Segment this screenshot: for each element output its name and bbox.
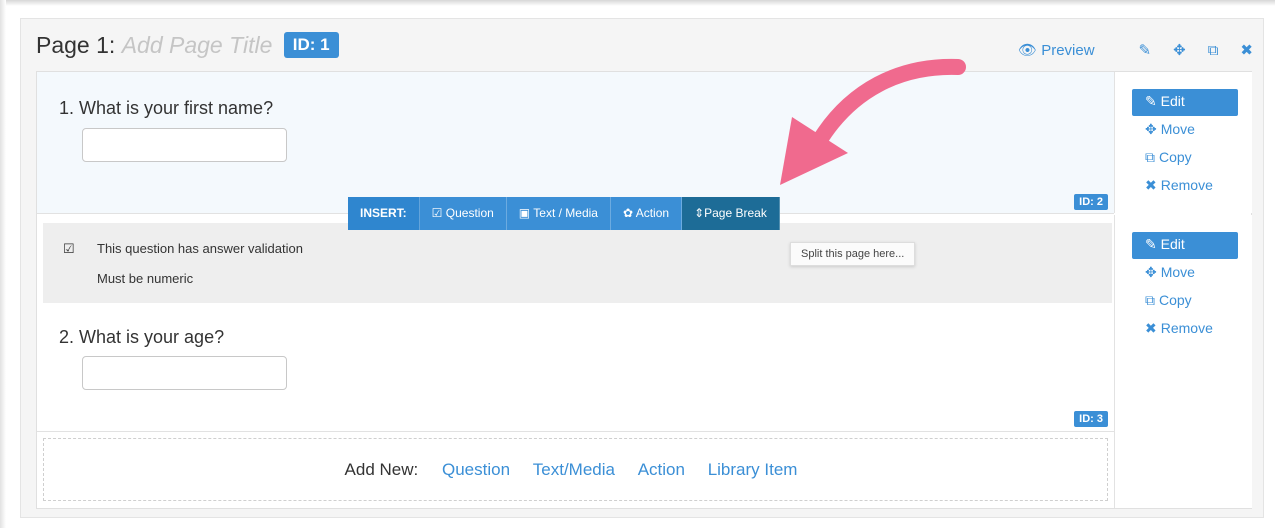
close-icon[interactable]: ✖ [1240, 41, 1253, 59]
question-2-actions: ✎ Edit ✥ Move ⧉ Copy ✖ Remove [1114, 215, 1252, 431]
sort-arrows-icon: ⇕ [694, 206, 705, 220]
top-shadow [0, 0, 1275, 6]
page-tools: 👁 Preview ✎ ✥ ⧉ ✖ [1018, 41, 1253, 60]
remove-button[interactable]: ✖ Remove [1145, 177, 1213, 194]
move-label: Move [1160, 264, 1195, 280]
add-new-label: Add New: [344, 460, 419, 479]
move-arrows-icon: ✥ [1145, 121, 1157, 137]
edit-button[interactable]: ✎ Edit [1132, 89, 1238, 116]
add-text-media-link[interactable]: Text/Media [533, 460, 615, 479]
copy-icon: ⧉ [1145, 149, 1155, 165]
copy-icon: ⧉ [1145, 292, 1155, 308]
insert-label: INSERT: [348, 197, 420, 230]
validation-line-1: This question has answer validation [97, 241, 303, 256]
pencil-icon: ✎ [1145, 93, 1157, 109]
validation-notice: ☑ This question has answer validation Mu… [43, 223, 1112, 303]
checkbox-check-icon: ☑ [63, 241, 75, 256]
insert-question-label: Question [445, 206, 494, 220]
move-button[interactable]: ✥ Move [1145, 121, 1195, 138]
edit-label: Edit [1160, 93, 1185, 109]
copy-button[interactable]: ⧉ Copy [1145, 292, 1192, 309]
survey-page: Page 1: Add Page Title ID: 1 👁 Preview ✎… [20, 18, 1264, 518]
close-icon: ✖ [1145, 177, 1157, 193]
remove-button[interactable]: ✖ Remove [1145, 320, 1213, 337]
copy-button[interactable]: ⧉ Copy [1145, 149, 1192, 166]
page-break-tooltip: Split this page here... [790, 242, 916, 266]
add-library-item-link[interactable]: Library Item [708, 460, 798, 479]
eye-icon: 👁 [1017, 42, 1038, 59]
question-2-id-badge: ID: 3 [1074, 411, 1108, 427]
validation-line-2: Must be numeric [97, 271, 194, 286]
add-new-bar: Add New: Question Text/Media Action Libr… [43, 438, 1108, 501]
close-icon: ✖ [1145, 320, 1157, 336]
edit-button[interactable]: ✎ Edit [1132, 232, 1238, 259]
pencil-icon: ✎ [1145, 236, 1157, 252]
copy-label: Copy [1159, 292, 1192, 308]
remove-label: Remove [1160, 177, 1213, 193]
insert-text-media-label: Text / Media [533, 206, 598, 220]
insert-text-media-button[interactable]: ▣ Text / Media [506, 197, 611, 230]
move-arrows-icon[interactable]: ✥ [1173, 41, 1186, 59]
question-1-actions: ✎ Edit ✥ Move ⧉ Copy ✖ Remove [1114, 72, 1252, 213]
move-button[interactable]: ✥ Move [1145, 264, 1195, 281]
insert-action-label: Action [635, 206, 670, 220]
insert-action-button[interactable]: ✿ Action [610, 197, 683, 230]
question-2-label: 2. What is your age? [59, 327, 225, 347]
add-new-side-cell [1114, 431, 1252, 508]
preview-link[interactable]: 👁 Preview [1018, 41, 1095, 59]
insert-page-break-label: Page Break [704, 206, 767, 220]
question-1-label: 1. What is your first name? [59, 98, 274, 118]
pencil-icon[interactable]: ✎ [1139, 41, 1152, 59]
page-title-placeholder[interactable]: Add Page Title [122, 32, 273, 58]
page-title-prefix: Page 1: [36, 32, 116, 58]
add-question-link[interactable]: Question [442, 460, 510, 479]
page-header: Page 1: Add Page Title ID: 1 👁 Preview ✎… [21, 19, 1263, 71]
question-block-2[interactable]: ☑ This question has answer validation Mu… [37, 215, 1114, 432]
copy-icon[interactable]: ⧉ [1208, 42, 1219, 59]
copy-label: Copy [1159, 149, 1192, 165]
move-label: Move [1160, 121, 1195, 137]
page-title: Page 1: Add Page Title ID: 1 [36, 32, 339, 59]
preview-label: Preview [1041, 42, 1095, 59]
arrow-shaft [810, 58, 966, 151]
left-shadow [0, 0, 6, 528]
gear-icon: ✿ [622, 206, 636, 220]
annotation-arrow [780, 58, 966, 185]
page-id-badge: ID: 1 [283, 32, 339, 58]
edit-label: Edit [1160, 236, 1185, 252]
insert-question-button[interactable]: ☑ Question [419, 197, 507, 230]
age-input[interactable] [82, 356, 287, 390]
move-arrows-icon: ✥ [1145, 264, 1157, 280]
first-name-input[interactable] [82, 128, 287, 162]
remove-label: Remove [1160, 320, 1213, 336]
insert-page-break-button[interactable]: ⇕Page Break [682, 197, 780, 230]
question-1-id-badge: ID: 2 [1074, 194, 1108, 210]
image-icon: ▣ [518, 206, 534, 220]
add-action-link[interactable]: Action [638, 460, 685, 479]
checkbox-check-icon: ☑ [431, 206, 446, 220]
insert-toolbar: INSERT: ☑ Question ▣ Text / Media ✿ Acti… [348, 197, 780, 230]
page-body: 1. What is your first name? ID: 2 ☑ This… [36, 71, 1252, 509]
